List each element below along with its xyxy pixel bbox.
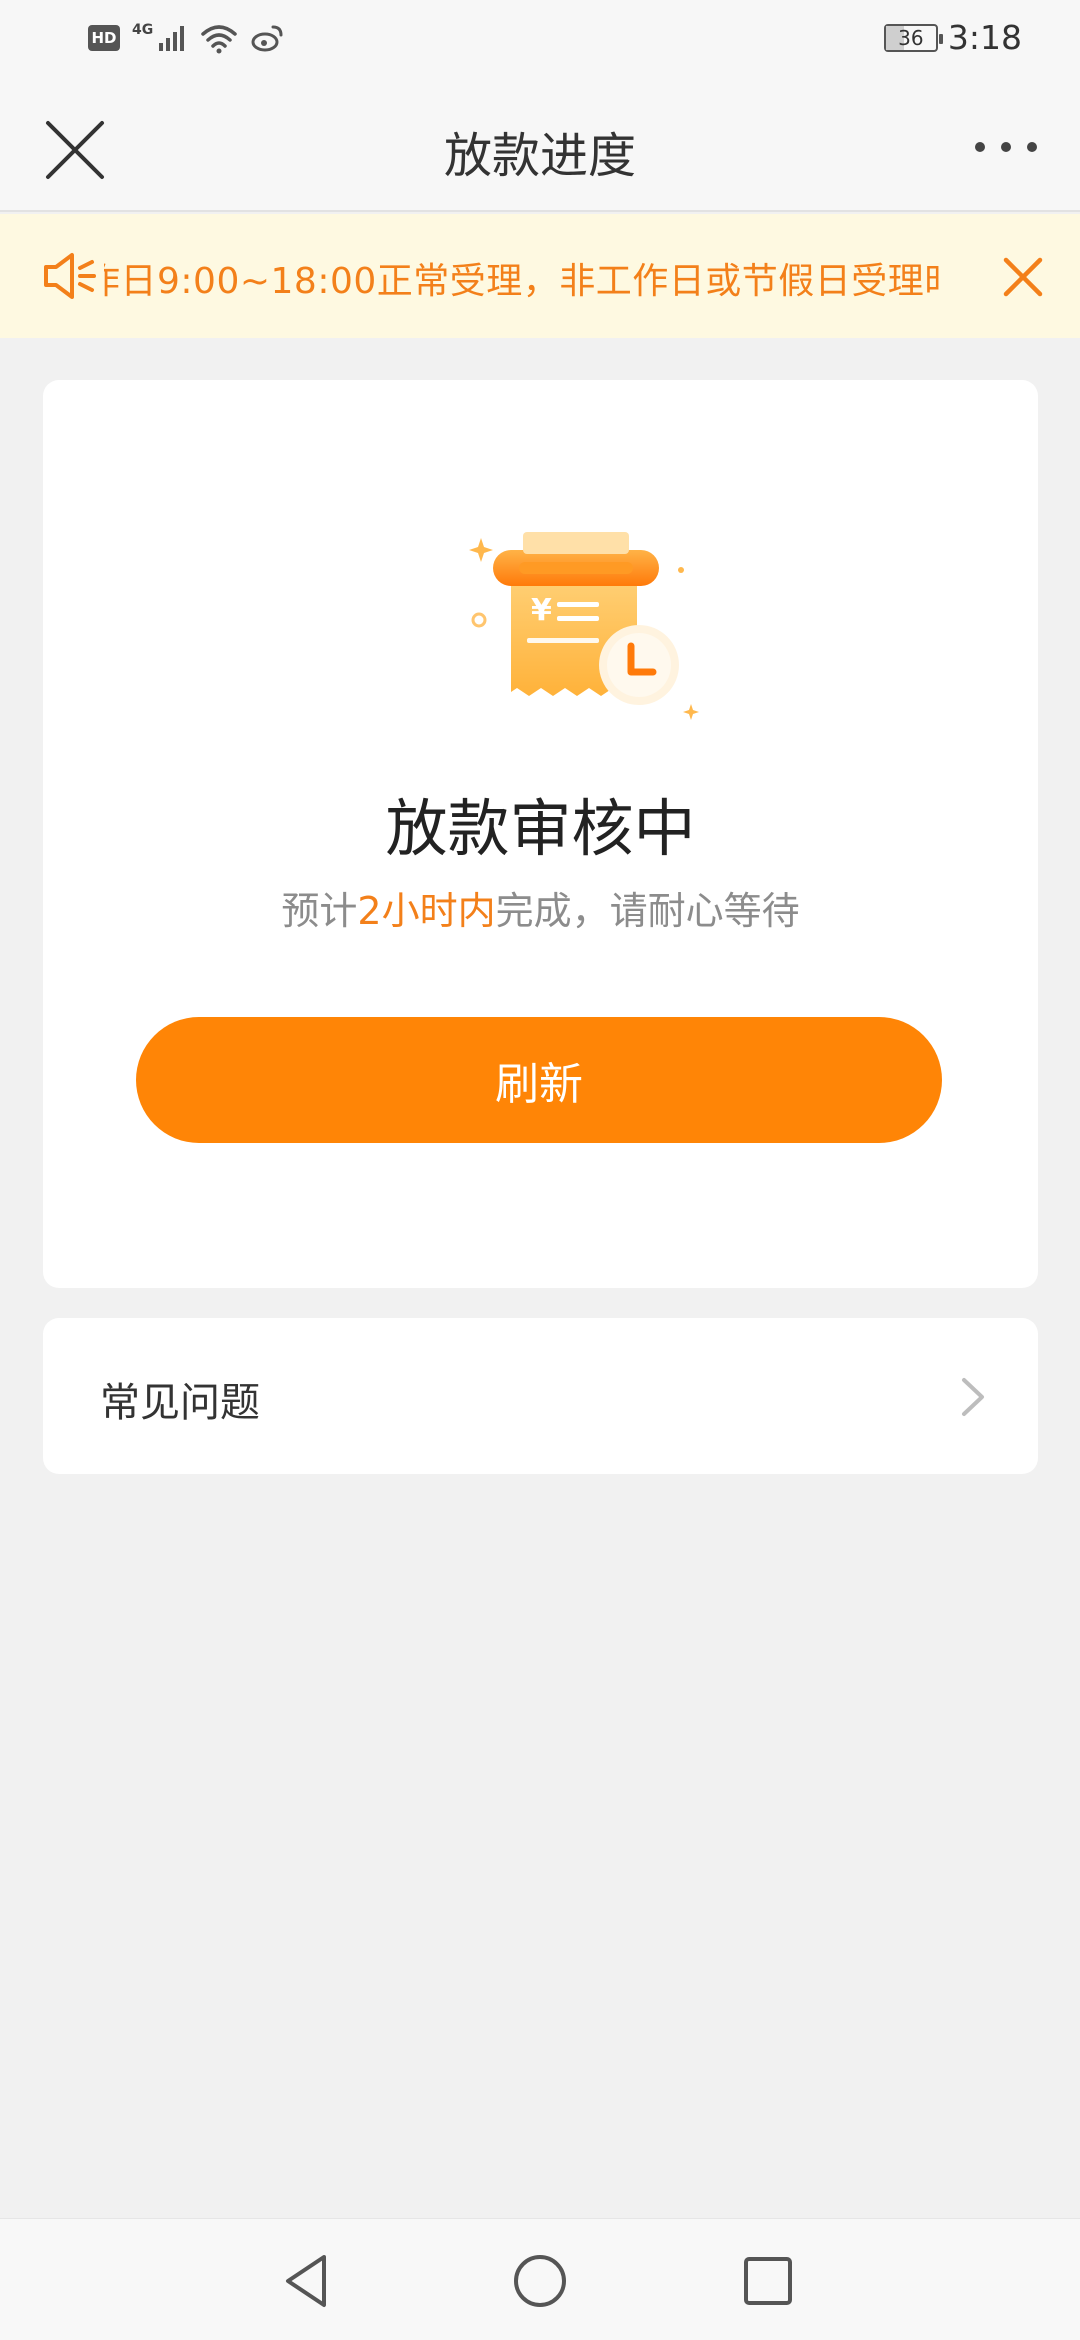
more-icon-dot (1027, 142, 1037, 152)
nav-bar: 放款进度 (0, 82, 1080, 212)
subtitle-highlight: 2小时内 (357, 889, 496, 933)
faq-row[interactable]: 常见问题 (43, 1318, 1038, 1474)
weibo-icon (251, 25, 283, 52)
signal-icon (159, 26, 185, 51)
network-type-label: 4G (132, 22, 154, 38)
battery-text: 36 (898, 25, 924, 50)
more-icon (975, 142, 985, 152)
status-right: 36 3:18 (883, 18, 1022, 57)
clock: 3:18 (947, 18, 1022, 57)
more-icon-dot (1001, 142, 1011, 152)
home-button[interactable] (508, 2249, 572, 2313)
subtitle-suffix: 完成，请耐心等待 (495, 889, 800, 933)
notice-marquee: 作日9:00~18:00正常受理，非工作日或节假日受理时间以 (104, 214, 940, 338)
more-button[interactable] (956, 122, 1056, 172)
recents-button[interactable] (736, 2249, 800, 2313)
system-nav-bar (0, 2218, 1080, 2340)
status-title: 放款审核中 (385, 792, 696, 865)
status-subtitle: 预计2小时内完成，请耐心等待 (43, 880, 1038, 935)
refresh-button[interactable]: 刷新 (136, 1017, 942, 1143)
recents-icon (744, 2257, 792, 2305)
notice-text: 作日9:00~18:00正常受理，非工作日或节假日受理时间以 (104, 261, 940, 302)
notice-close-button[interactable] (996, 250, 1050, 304)
receipt-clock-icon: ¥ (469, 532, 699, 720)
status-card: ¥ 放款审核中 预计2小时内完成，请耐心等待 刷新 (43, 380, 1038, 1288)
svg-text:¥: ¥ (531, 593, 552, 628)
wifi-icon (201, 25, 237, 54)
faq-label: 常见问题 (100, 1380, 260, 1426)
status-left: HD 4G (88, 22, 285, 54)
back-icon (286, 2255, 326, 2307)
back-button[interactable] (276, 2249, 340, 2313)
close-icon (1003, 257, 1043, 297)
home-icon (514, 2255, 566, 2307)
page-title: 放款进度 (443, 128, 636, 184)
hd-icon: HD (88, 25, 120, 51)
notice-bar: 作日9:00~18:00正常受理，非工作日或节假日受理时间以 (0, 214, 1080, 338)
chevron-right-icon (962, 1378, 984, 1416)
status-bar: HD 4G 36 3:18 (0, 0, 1080, 82)
subtitle-prefix: 预计 (281, 889, 358, 933)
speaker-icon (44, 253, 96, 299)
app-screen: HD 4G 36 3:18 放款进度 作日9:00~18:00正常受理，非工作日… (0, 0, 1080, 2340)
battery-icon: 36 (883, 23, 943, 52)
